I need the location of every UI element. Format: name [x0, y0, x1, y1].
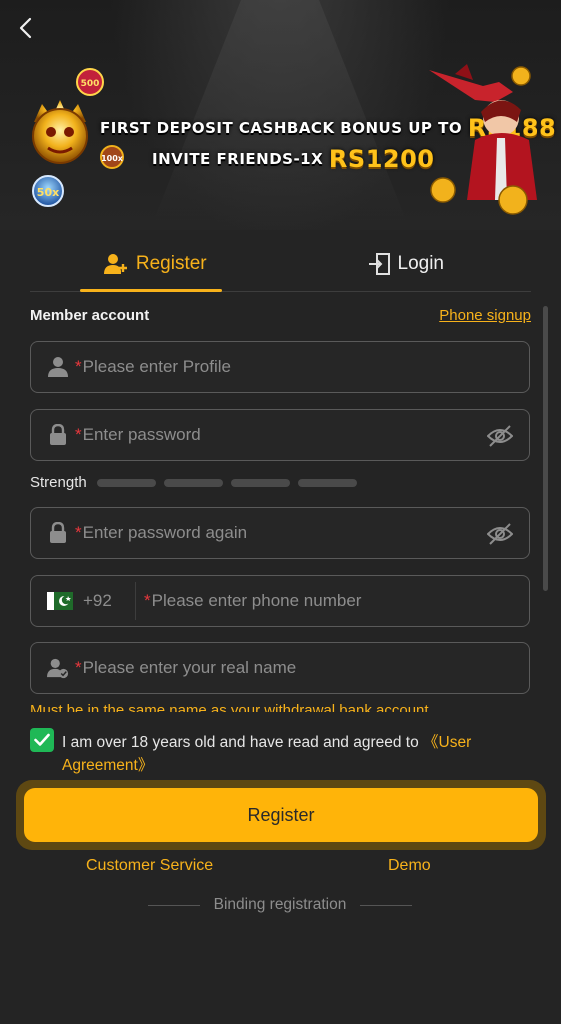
banner-line-2-text: INVITE FRIENDS-1X: [152, 150, 324, 168]
check-icon: [34, 733, 50, 746]
tab-register[interactable]: Register: [30, 236, 281, 292]
password-placeholder: Enter password: [82, 425, 201, 444]
banner-line-2: INVITE FRIENDS-1X RS1200: [152, 145, 434, 173]
profile-field[interactable]: * Please enter Profile: [30, 341, 530, 393]
promo-banner[interactable]: 500 100x 50x FIRST DEPOSIT CASHBACK BONU…: [0, 60, 561, 220]
strength-bar: [297, 478, 357, 487]
divider: [147, 904, 200, 906]
tab-login[interactable]: Login: [281, 236, 532, 291]
scrollbar[interactable]: [543, 306, 548, 591]
phone-signup-link[interactable]: Phone signup: [439, 307, 531, 324]
realname-field[interactable]: * Please enter your real name: [30, 642, 530, 694]
lock-icon: [47, 424, 69, 446]
chevron-left-icon: [19, 17, 32, 39]
strength-label: Strength: [30, 474, 87, 491]
password-field[interactable]: * Enter password: [30, 409, 530, 461]
required-mark: *: [144, 591, 151, 610]
svg-text:50x: 50x: [37, 186, 59, 199]
required-mark: *: [75, 523, 82, 542]
eye-off-icon[interactable]: [487, 521, 513, 547]
lock-icon: [47, 522, 69, 544]
banner-amount-2: RS1200: [328, 145, 435, 173]
phone-placeholder: Please enter phone number: [151, 591, 362, 610]
eye-off-icon[interactable]: [487, 423, 513, 449]
divider: [360, 904, 413, 906]
agree-checkbox[interactable]: [30, 728, 54, 752]
auth-tabs: Register Login: [30, 236, 531, 292]
agreement-label: I am over 18 years old and have read and…: [62, 734, 424, 751]
svg-text:100x: 100x: [101, 154, 124, 163]
country-code[interactable]: +92: [83, 591, 135, 611]
tab-register-label: Register: [135, 252, 207, 274]
back-button[interactable]: [12, 14, 40, 42]
required-mark: *: [75, 658, 82, 677]
strength-bar: [96, 478, 156, 487]
strength-bars: [96, 478, 357, 487]
binding-registration-label[interactable]: Binding registration: [214, 896, 347, 914]
customer-service-link[interactable]: Customer Service: [86, 857, 213, 875]
register-button-glow: Register: [16, 780, 546, 850]
realname-hint: Must be in the same name as your withdra…: [30, 702, 429, 712]
banner-line-1-text: FIRST DEPOSIT CASHBACK BONUS UP TO: [100, 119, 463, 137]
demo-link[interactable]: Demo: [388, 857, 431, 875]
tab-login-label: Login: [397, 252, 445, 274]
user-check-icon: [47, 657, 69, 679]
password-again-field[interactable]: * Enter password again: [30, 507, 530, 559]
login-icon: [368, 252, 390, 275]
agreement-text: I am over 18 years old and have read and…: [62, 731, 532, 777]
realname-placeholder: Please enter your real name: [82, 658, 297, 677]
svg-text:500: 500: [81, 79, 100, 89]
user-icon: [47, 356, 69, 378]
register-button[interactable]: Register: [24, 788, 538, 842]
strength-bar: [163, 478, 223, 487]
divider: [135, 582, 136, 620]
password-again-placeholder: Enter password again: [82, 523, 248, 542]
password-strength: Strength: [30, 474, 357, 491]
strength-bar: [230, 478, 290, 487]
binding-registration: Binding registration: [140, 896, 420, 914]
profile-placeholder: Please enter Profile: [82, 357, 231, 376]
section-label: Member account: [30, 307, 150, 324]
required-mark: *: [75, 357, 82, 376]
aviator-character-illustration: [429, 64, 537, 215]
phone-field[interactable]: +92 * Please enter phone number: [30, 575, 530, 627]
required-mark: *: [75, 425, 82, 444]
add-user-icon: [103, 253, 127, 274]
pakistan-flag-icon[interactable]: [47, 592, 73, 610]
